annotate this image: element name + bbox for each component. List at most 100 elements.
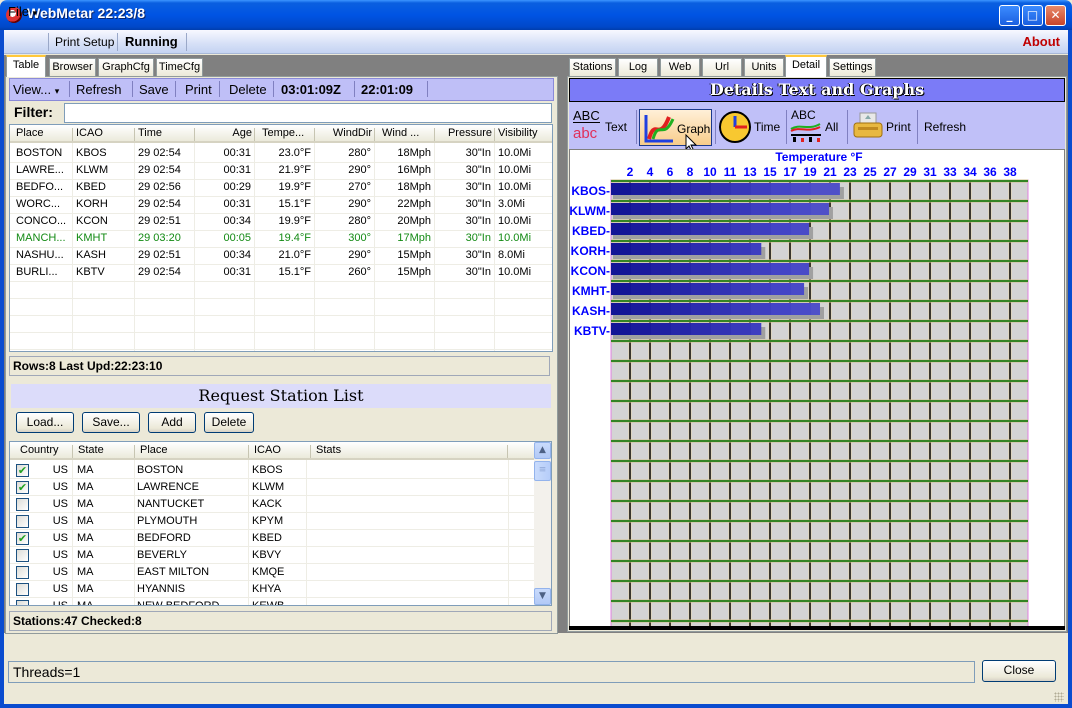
- column-separator[interactable]: [254, 128, 255, 141]
- filter-input[interactable]: [64, 103, 552, 123]
- list-item[interactable]: US MA NANTUCKET KACK: [10, 496, 551, 513]
- column-header[interactable]: Pressure: [438, 127, 492, 139]
- table-row[interactable]: LAWRE... KLWM 29 02:54 00:31 21.9°F 290° 16Mph…: [10, 162, 552, 179]
- checkbox-checked[interactable]: ✔: [16, 481, 29, 494]
- column-separator[interactable]: [314, 128, 315, 141]
- column-separator[interactable]: [434, 128, 435, 141]
- checkbox[interactable]: [16, 566, 29, 579]
- delete-list-button[interactable]: Delete: [204, 412, 254, 433]
- x-tick-label: 25: [863, 165, 877, 179]
- list-item[interactable]: US MA PLYMOUTH KPYM: [10, 513, 551, 530]
- column-header[interactable]: Time: [138, 127, 162, 139]
- table-row[interactable]: CONCO... KCON 29 02:51 00:34 19.9°F 280° 20Mph…: [10, 213, 552, 230]
- tab-settings[interactable]: Settings: [829, 58, 876, 76]
- cell-age: 00:34: [223, 249, 251, 261]
- bar-segment: [771, 203, 791, 215]
- refresh-detail-button[interactable]: Refresh: [924, 120, 966, 134]
- resize-grip-icon[interactable]: [1054, 692, 1064, 702]
- load-button[interactable]: Load...: [16, 412, 74, 433]
- table-row[interactable]: MANCH... KMHT 29 03:20 00:05 19.4°F 300° 17Mph…: [10, 230, 552, 247]
- table-row[interactable]: WORC... KORH 29 02:54 00:31 15.1°F 290° 22Mph 3…: [10, 196, 552, 213]
- cell-icao: KACK: [252, 498, 282, 510]
- tab-units[interactable]: Units: [744, 58, 784, 76]
- print-button[interactable]: Print: [185, 82, 212, 97]
- save-list-button[interactable]: Save...: [82, 412, 140, 433]
- bar-segment: [731, 303, 751, 315]
- close-button[interactable]: Close: [982, 660, 1056, 682]
- text-button[interactable]: ABC abc Text: [572, 107, 634, 145]
- list-item[interactable]: US MA HYANNIS KHYA: [10, 581, 551, 598]
- column-separator[interactable]: [72, 445, 73, 458]
- close-window-button[interactable]: ✕: [1045, 5, 1066, 26]
- list-item[interactable]: US MA EAST MILTON KMQE: [10, 564, 551, 581]
- scrollbar-thumb[interactable]: ≡: [534, 461, 551, 481]
- cell-temp: 19.9°F: [278, 215, 311, 227]
- column-separator[interactable]: [374, 128, 375, 141]
- checkbox[interactable]: [16, 515, 29, 528]
- tab-url[interactable]: Url: [702, 58, 742, 76]
- column-separator[interactable]: [134, 128, 135, 141]
- column-separator[interactable]: [248, 445, 249, 458]
- column-separator[interactable]: [494, 128, 495, 141]
- menu-about[interactable]: About: [1022, 34, 1060, 49]
- column-header[interactable]: Wind ...: [382, 127, 419, 139]
- column-header[interactable]: ICAO: [76, 127, 103, 139]
- column-separator[interactable]: [194, 128, 195, 141]
- checkbox-checked[interactable]: ✔: [16, 464, 29, 477]
- table-row[interactable]: BURLI... KBTV 29 02:54 00:31 15.1°F 260° 15Mph…: [10, 264, 552, 281]
- table-row[interactable]: BEDFO... KBED 29 02:56 00:29 19.9°F 270° 18Mph…: [10, 179, 552, 196]
- column-header[interactable]: State: [78, 444, 104, 456]
- print-detail-button[interactable]: Print: [851, 107, 913, 145]
- refresh-button[interactable]: Refresh: [76, 82, 122, 97]
- scroll-down-button[interactable]: ▼: [534, 588, 551, 605]
- tab-timecfg[interactable]: TimeCfg: [156, 58, 203, 76]
- save-button[interactable]: Save: [139, 82, 169, 97]
- all-button[interactable]: ABC All: [790, 107, 845, 145]
- column-header[interactable]: Stats: [316, 444, 341, 456]
- scroll-up-button[interactable]: ▲: [534, 442, 551, 459]
- list-item[interactable]: US MA NEW BEDFORD KEWB: [10, 598, 551, 605]
- column-header[interactable]: Place: [16, 127, 44, 139]
- column-header[interactable]: WindDir: [318, 127, 372, 139]
- column-header[interactable]: Tempe...: [262, 127, 304, 139]
- add-button[interactable]: Add: [148, 412, 196, 433]
- column-header[interactable]: Visibility: [498, 127, 538, 139]
- menu-file[interactable]: File ▾: [8, 4, 37, 19]
- checkbox[interactable]: [16, 498, 29, 511]
- list-item[interactable]: ✔ US MA BEDFORD KBED: [10, 530, 551, 547]
- tab-browser[interactable]: Browser: [49, 58, 96, 76]
- column-header[interactable]: Country: [20, 444, 59, 456]
- checkbox[interactable]: [16, 583, 29, 596]
- tab-table[interactable]: Table: [6, 55, 46, 77]
- time-button[interactable]: Time: [718, 107, 780, 145]
- column-separator[interactable]: [310, 445, 311, 458]
- column-header[interactable]: Place: [140, 444, 168, 456]
- grid-line: [10, 597, 535, 598]
- delete-button[interactable]: Delete: [229, 82, 267, 97]
- graph-button[interactable]: Graph: [639, 109, 712, 146]
- column-separator[interactable]: [507, 445, 508, 458]
- list-item[interactable]: US MA BEVERLY KBVY: [10, 547, 551, 564]
- minimize-button[interactable]: _: [999, 5, 1020, 26]
- column-separator[interactable]: [72, 128, 73, 141]
- list-item[interactable]: ✔ US MA LAWRENCE KLWM: [10, 479, 551, 496]
- tab-graphcfg[interactable]: GraphCfg: [98, 58, 154, 76]
- column-header[interactable]: Age: [198, 127, 252, 139]
- tab-web[interactable]: Web: [660, 58, 700, 76]
- tab-log[interactable]: Log: [618, 58, 658, 76]
- checkbox-checked[interactable]: ✔: [16, 532, 29, 545]
- column-header[interactable]: ICAO: [254, 444, 281, 456]
- tab-stations[interactable]: Stations: [569, 58, 616, 76]
- column-separator[interactable]: [134, 445, 135, 458]
- menu-running[interactable]: Running: [125, 34, 178, 49]
- list-item[interactable]: ✔ US MA BOSTON KBOS: [10, 462, 551, 479]
- tab-detail[interactable]: Detail: [785, 55, 827, 77]
- checkbox[interactable]: [16, 549, 29, 562]
- table-row[interactable]: BOSTON KBOS 29 02:54 00:31 23.0°F 280° 18Mph 30…: [10, 145, 552, 162]
- view-dropdown[interactable]: View... ▾: [13, 82, 59, 97]
- maximize-button[interactable]: □: [1022, 5, 1043, 26]
- cell-pressure: 30"In: [465, 147, 491, 159]
- checkbox[interactable]: [16, 600, 29, 605]
- table-row[interactable]: NASHU... KASH 29 02:51 00:34 21.0°F 290° 15Mph…: [10, 247, 552, 264]
- menu-print-setup[interactable]: Print Setup: [55, 35, 114, 49]
